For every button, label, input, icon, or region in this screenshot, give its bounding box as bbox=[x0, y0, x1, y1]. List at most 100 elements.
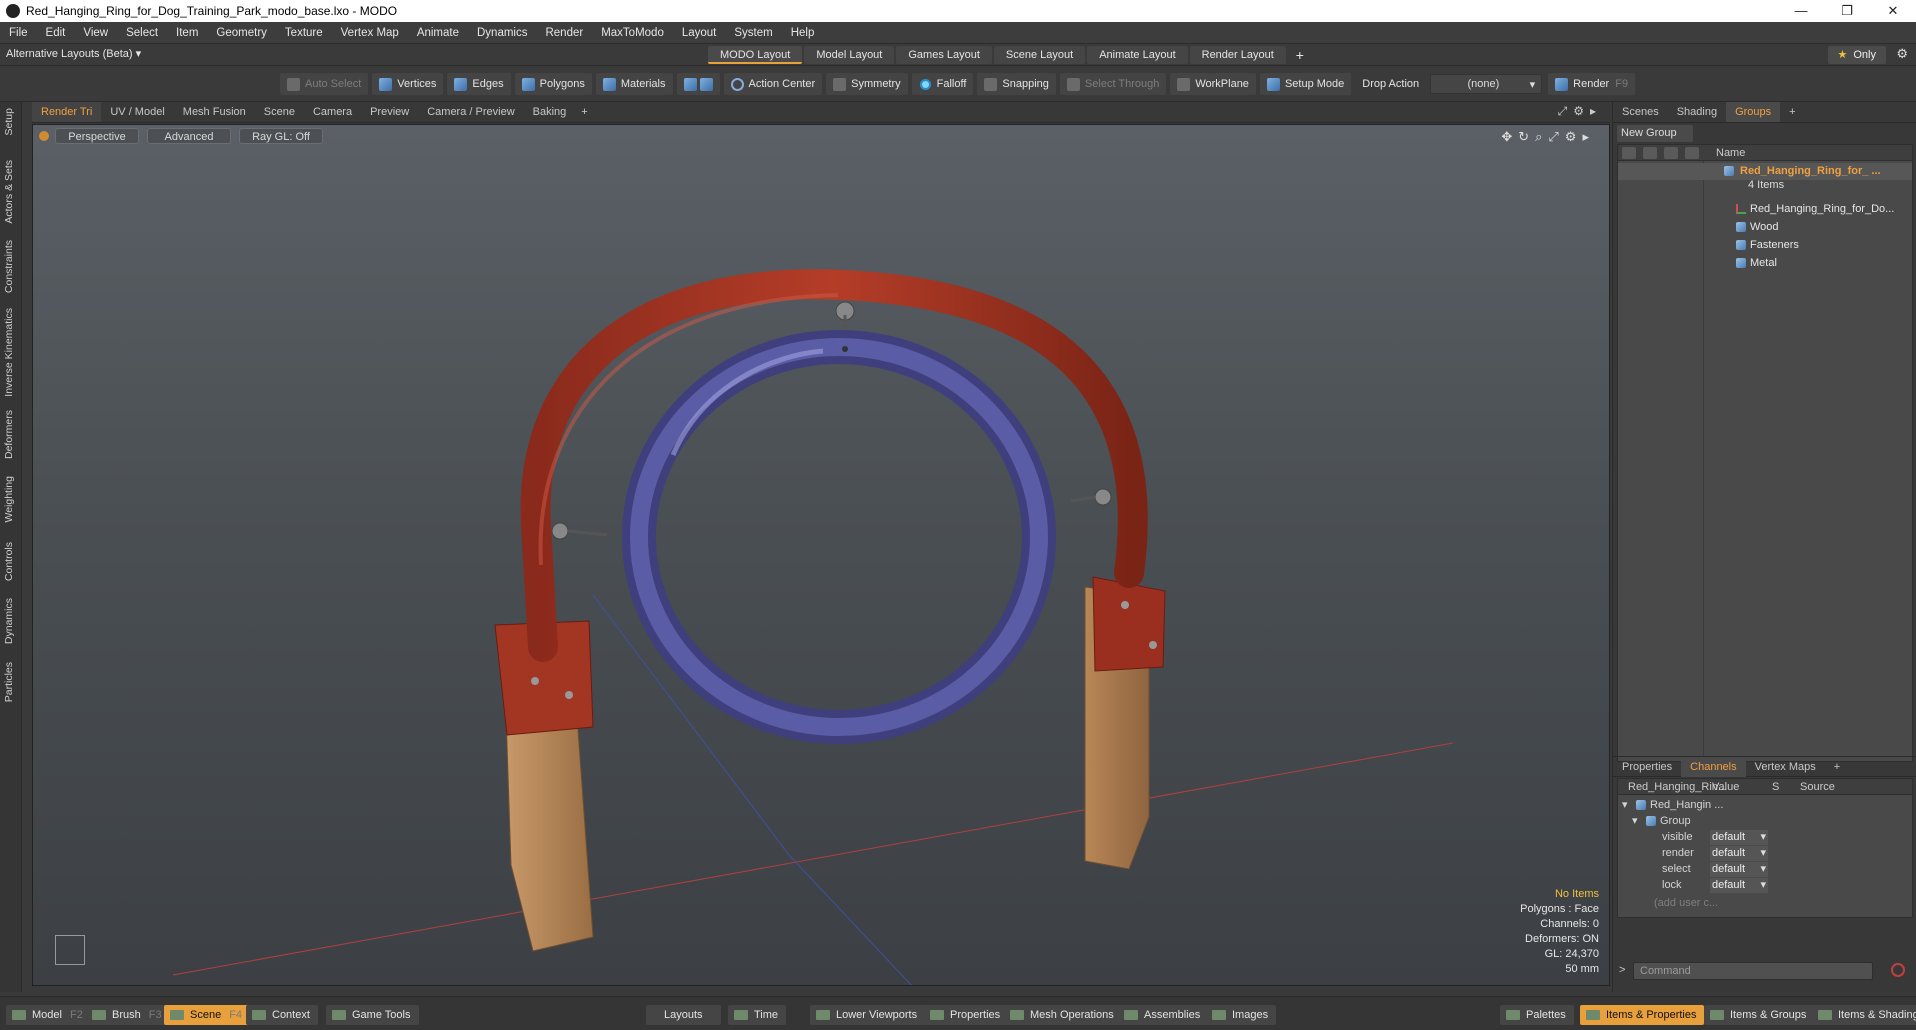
command-history-icon[interactable]: > bbox=[1619, 964, 1625, 976]
vtab-weighting[interactable]: Weighting bbox=[3, 476, 15, 523]
tab-model-layout[interactable]: Model Layout bbox=[804, 46, 895, 64]
channel-row[interactable]: select default bbox=[1618, 861, 1912, 878]
falloff-button[interactable]: Falloff bbox=[911, 73, 974, 95]
layouts-button[interactable]: Layouts bbox=[646, 1005, 721, 1025]
lower-viewports-button[interactable]: Lower Viewports bbox=[810, 1005, 926, 1025]
context-button[interactable]: Context bbox=[246, 1005, 318, 1025]
collapse-icon[interactable]: ▾ bbox=[1622, 797, 1628, 814]
tab-groups[interactable]: Groups bbox=[1726, 102, 1781, 122]
assemblies-button[interactable]: Assemblies bbox=[1118, 1005, 1209, 1025]
menu-edit[interactable]: Edit bbox=[37, 22, 75, 44]
items-properties-button[interactable]: Items & Properties bbox=[1580, 1005, 1705, 1025]
channel-group-row[interactable]: ▾ Group bbox=[1618, 813, 1912, 830]
viewport-panel-icons[interactable]: ⤢⚙▸ bbox=[1558, 104, 1602, 119]
vtab-particles[interactable]: Particles bbox=[3, 662, 15, 702]
menu-select[interactable]: Select bbox=[117, 22, 167, 44]
edges-button[interactable]: Edges bbox=[447, 73, 511, 95]
tab-scene-layout[interactable]: Scene Layout bbox=[993, 46, 1086, 64]
polygons-button[interactable]: Polygons bbox=[514, 73, 592, 95]
select-through-button[interactable]: Select Through bbox=[1059, 73, 1167, 95]
3d-viewport[interactable]: Perspective Advanced Ray GL: Off ✥↻⌕⤢⚙▸ … bbox=[32, 124, 1610, 986]
new-group-button[interactable]: New Group bbox=[1617, 125, 1693, 142]
menu-dynamics[interactable]: Dynamics bbox=[468, 22, 536, 44]
channel-row[interactable]: lock default bbox=[1618, 877, 1912, 894]
symmetry-button[interactable]: Symmetry bbox=[826, 73, 908, 95]
menu-animate[interactable]: Animate bbox=[408, 22, 468, 44]
tab-modo-layout[interactable]: MODO Layout bbox=[708, 46, 803, 64]
eye-icon[interactable] bbox=[1622, 147, 1636, 159]
channel-value-dropdown[interactable]: default bbox=[1710, 830, 1768, 845]
command-input[interactable]: Command bbox=[1633, 962, 1873, 980]
items-groups-button[interactable]: Items & Groups bbox=[1704, 1005, 1815, 1025]
materials-button[interactable]: Materials bbox=[595, 73, 673, 95]
tab-uv-model[interactable]: UV / Model bbox=[101, 102, 173, 122]
vertices-button[interactable]: Vertices bbox=[372, 73, 444, 95]
select-col-icon[interactable] bbox=[1685, 147, 1699, 159]
perspective-dropdown[interactable]: Perspective bbox=[55, 128, 139, 144]
element-mode-button[interactable] bbox=[676, 73, 720, 95]
add-user-channel-row[interactable]: (add user c... bbox=[1618, 895, 1912, 912]
items-shading-button[interactable]: Items & Shading bbox=[1812, 1005, 1916, 1025]
tab-render-layout[interactable]: Render Layout bbox=[1189, 46, 1286, 64]
channel-row[interactable]: visible default bbox=[1618, 829, 1912, 846]
tab-camera[interactable]: Camera bbox=[304, 102, 361, 122]
close-button[interactable]: ✕ bbox=[1870, 0, 1916, 22]
tab-animate-layout[interactable]: Animate Layout bbox=[1087, 46, 1188, 64]
tab-scenes[interactable]: Scenes bbox=[1613, 102, 1668, 122]
setup-mode-button[interactable]: Setup Mode bbox=[1259, 73, 1352, 95]
menu-maxtomodo[interactable]: MaxToModo bbox=[592, 22, 673, 44]
list-item[interactable]: Wood bbox=[1618, 219, 1912, 236]
menu-texture[interactable]: Texture bbox=[276, 22, 332, 44]
minimize-button[interactable]: — bbox=[1778, 0, 1824, 22]
snapping-button[interactable]: Snapping bbox=[977, 73, 1056, 95]
tab-render-tri[interactable]: Render Tri bbox=[32, 102, 102, 122]
action-center-button[interactable]: Action Center bbox=[723, 73, 823, 95]
tab-mesh-fusion[interactable]: Mesh Fusion bbox=[174, 102, 255, 122]
vtab-setup[interactable]: Setup bbox=[3, 108, 15, 135]
channel-row[interactable]: render default bbox=[1618, 845, 1912, 862]
list-item[interactable]: Fasteners bbox=[1618, 237, 1912, 254]
drop-action-select[interactable]: (none) ▾ bbox=[1430, 74, 1543, 94]
images-button[interactable]: Images bbox=[1206, 1005, 1277, 1025]
viewport-menu-dot[interactable] bbox=[39, 131, 49, 141]
channel-value-dropdown[interactable]: default bbox=[1710, 846, 1768, 861]
game-tools-button[interactable]: Game Tools bbox=[326, 1005, 419, 1025]
channels-value-header[interactable]: Value bbox=[1712, 781, 1739, 793]
only-toggle[interactable]: ★ Only bbox=[1827, 46, 1886, 64]
properties-button[interactable]: Properties bbox=[924, 1005, 1009, 1025]
vtab-controls[interactable]: Controls bbox=[3, 542, 15, 581]
channels-s-header[interactable]: S bbox=[1772, 781, 1779, 793]
name-column-header[interactable]: Name bbox=[1716, 147, 1745, 159]
auto-select-button[interactable]: Auto Select bbox=[280, 73, 369, 95]
collapse-icon[interactable]: ▾ bbox=[1632, 813, 1638, 830]
menu-view[interactable]: View bbox=[74, 22, 117, 44]
menu-item[interactable]: Item bbox=[167, 22, 207, 44]
channel-item-row[interactable]: ▾ Red_Hangin ... bbox=[1618, 797, 1912, 814]
channels-source-header[interactable]: Source bbox=[1800, 781, 1835, 793]
lock-icon[interactable] bbox=[1664, 147, 1678, 159]
tab-baking[interactable]: Baking bbox=[524, 102, 576, 122]
tab-preview[interactable]: Preview bbox=[361, 102, 418, 122]
advanced-dropdown[interactable]: Advanced bbox=[147, 128, 231, 144]
restore-button[interactable]: ❐ bbox=[1824, 0, 1870, 22]
menu-file[interactable]: File bbox=[0, 22, 37, 44]
tab-camera-preview[interactable]: Camera / Preview bbox=[418, 102, 523, 122]
menu-vertex-map[interactable]: Vertex Map bbox=[332, 22, 408, 44]
workplane-button[interactable]: WorkPlane bbox=[1170, 73, 1256, 95]
time-button[interactable]: Time bbox=[728, 1005, 787, 1025]
menu-help[interactable]: Help bbox=[782, 22, 824, 44]
menu-render[interactable]: Render bbox=[536, 22, 592, 44]
list-item[interactable]: Metal bbox=[1618, 255, 1912, 272]
add-panel-tab-button[interactable]: + bbox=[1780, 102, 1804, 122]
vtab-inverse-kinematics[interactable]: Inverse Kinematics bbox=[3, 308, 15, 397]
list-item[interactable]: Red_Hanging_Ring_for_Do... bbox=[1618, 201, 1912, 218]
add-viewport-tab-button[interactable]: + bbox=[575, 106, 593, 118]
render-button[interactable]: Render F9 bbox=[1548, 73, 1636, 95]
tab-vertex-maps[interactable]: Vertex Maps bbox=[1746, 757, 1825, 777]
viewport-navigation-icons[interactable]: ✥↻⌕⤢⚙▸ bbox=[1501, 129, 1595, 145]
channel-value-dropdown[interactable]: default bbox=[1710, 862, 1768, 877]
model-button[interactable]: Model F2 bbox=[6, 1005, 91, 1025]
mesh-operations-button[interactable]: Mesh Operations bbox=[1004, 1005, 1122, 1025]
brush-button[interactable]: Brush F3 bbox=[86, 1005, 170, 1025]
render-col-icon[interactable] bbox=[1643, 147, 1657, 159]
